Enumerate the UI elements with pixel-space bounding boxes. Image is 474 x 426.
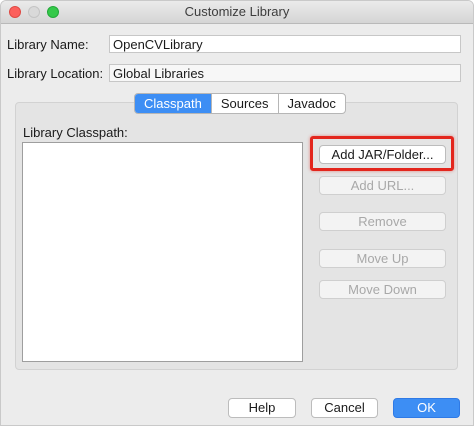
- move-up-button[interactable]: Move Up: [319, 249, 446, 268]
- move-down-button[interactable]: Move Down: [319, 280, 446, 299]
- highlight-annotation: [310, 136, 454, 171]
- library-classpath-label: Library Classpath:: [23, 125, 128, 140]
- tab-javadoc[interactable]: Javadoc: [279, 94, 345, 113]
- library-location-label: Library Location:: [7, 66, 104, 81]
- customize-library-dialog: Customize Library Library Name: OpenCVLi…: [0, 0, 474, 426]
- help-button[interactable]: Help: [228, 398, 296, 418]
- title-bar[interactable]: Customize Library: [1, 1, 473, 24]
- ok-button[interactable]: OK: [393, 398, 460, 418]
- add-url-button[interactable]: Add URL...: [319, 176, 446, 195]
- remove-button[interactable]: Remove: [319, 212, 446, 231]
- library-name-label: Library Name:: [7, 37, 89, 52]
- library-location-field: Global Libraries: [109, 64, 461, 82]
- tab-classpath[interactable]: Classpath: [135, 94, 212, 113]
- tab-bar: Classpath Sources Javadoc: [134, 93, 346, 114]
- library-name-field[interactable]: OpenCVLibrary: [109, 35, 461, 53]
- window-title: Customize Library: [184, 4, 290, 19]
- cancel-button[interactable]: Cancel: [311, 398, 378, 418]
- tab-sources[interactable]: Sources: [212, 94, 279, 113]
- library-classpath-list[interactable]: [22, 142, 303, 362]
